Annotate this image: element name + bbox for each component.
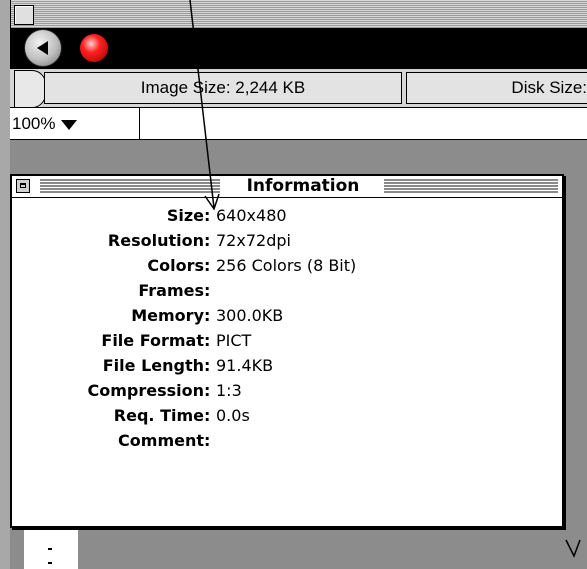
annotation-arrows [189, 0, 581, 558]
annotation-arrowhead-icon [565, 539, 581, 558]
annotation-arrow-line [189, 0, 215, 209]
